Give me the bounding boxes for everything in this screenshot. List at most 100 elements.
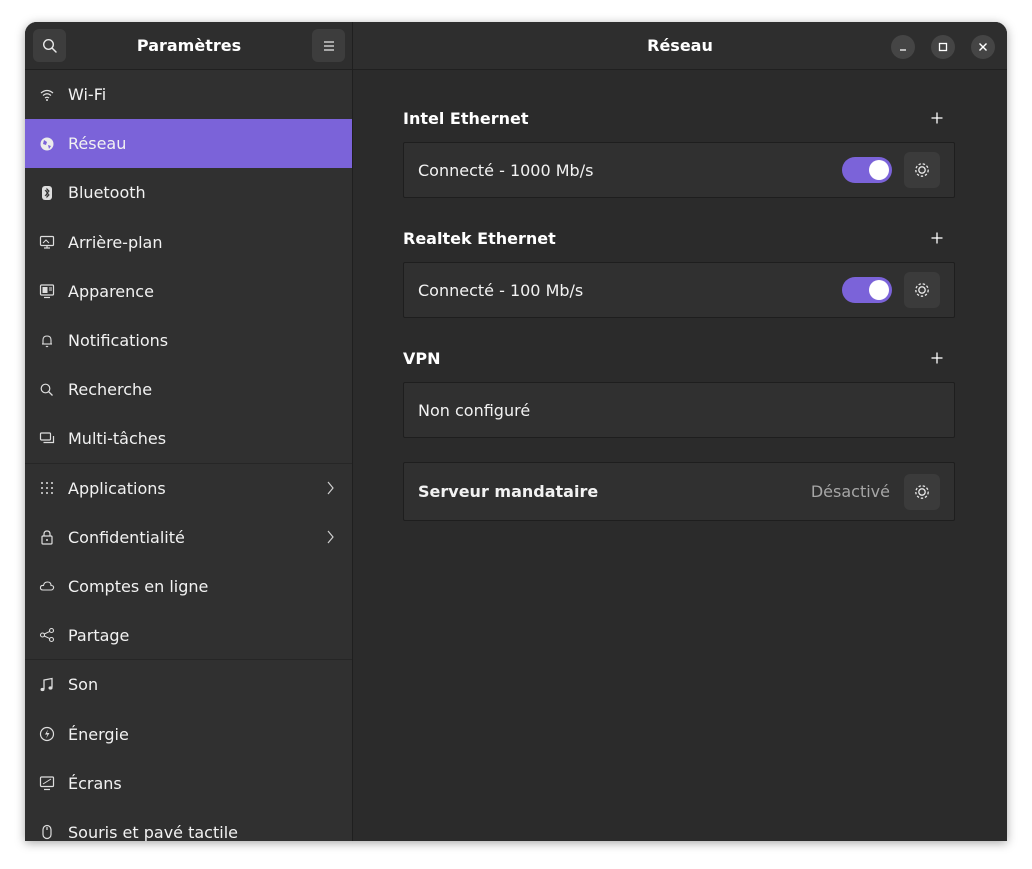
sidebar: Paramètres Wi-Fi Réseau Bluetooth Arrièr…: [25, 22, 353, 841]
sidebar-item-sound[interactable]: Son: [25, 660, 352, 709]
toggle-knob: [869, 280, 889, 300]
minimize-icon: [900, 49, 906, 51]
close-icon: [979, 43, 987, 51]
sidebar-item-label: Confidentialité: [68, 527, 185, 547]
realtek-ethernet-row: Connecté - 100 Mb/s: [403, 262, 955, 318]
sidebar-item-privacy[interactable]: Confidentialité: [25, 513, 352, 562]
realtek-ethernet-header: Realtek Ethernet: [403, 226, 955, 250]
appearance-icon: [38, 282, 56, 300]
display-icon: [38, 774, 56, 792]
gear-icon: [915, 283, 929, 297]
gear-icon: [915, 484, 929, 499]
sidebar-item-sharing[interactable]: Partage: [25, 611, 352, 661]
page-title: Réseau: [647, 36, 713, 55]
network-content: Intel Ethernet Connecté - 1000 Mb/s Real…: [353, 70, 1007, 841]
sidebar-item-label: Notifications: [68, 331, 169, 351]
proxy-settings-button[interactable]: [904, 473, 940, 510]
sidebar-item-label: Multi-tâches: [68, 428, 167, 448]
sidebar-item-online-accounts[interactable]: Comptes en ligne: [25, 562, 352, 611]
vpn-status: Non configuré: [418, 400, 531, 420]
multitasking-icon: [38, 429, 56, 447]
sidebar-item-appearance[interactable]: Apparence: [25, 267, 352, 316]
main-panel: Réseau Intel Ethernet Connecté - 1000 Mb…: [353, 22, 1007, 841]
proxy-status: Désactivé: [810, 482, 890, 501]
background-icon: [38, 233, 56, 251]
add-connection-button[interactable]: [927, 108, 947, 128]
maximize-button[interactable]: [931, 35, 955, 59]
search-button[interactable]: [33, 29, 66, 62]
gear-icon: [915, 163, 929, 177]
share-icon: [38, 626, 56, 644]
proxy-row[interactable]: Serveur mandataire Désactivé: [403, 462, 955, 521]
sidebar-item-wifi[interactable]: Wi-Fi: [25, 70, 352, 119]
sidebar-item-notifications[interactable]: Notifications: [25, 316, 352, 365]
realtek-ethernet-toggle[interactable]: [842, 277, 892, 303]
power-icon: [38, 725, 56, 743]
network-globe-icon: [38, 135, 56, 153]
intel-ethernet-toggle[interactable]: [842, 157, 892, 183]
sidebar-item-mouse-touchpad[interactable]: Souris et pavé tactile: [25, 808, 352, 841]
connection-status: Connecté - 1000 Mb/s: [418, 160, 594, 180]
vpn-row: Non configuré: [403, 382, 955, 438]
vpn-header: VPN: [403, 346, 955, 370]
apps-grid-icon: [38, 479, 56, 497]
connection-status: Connecté - 100 Mb/s: [418, 280, 584, 300]
sidebar-item-label: Applications: [68, 478, 166, 498]
sidebar-item-label: Son: [68, 675, 99, 695]
toggle-knob: [869, 160, 889, 180]
bluetooth-icon: [38, 184, 56, 202]
realtek-ethernet-settings-button[interactable]: [904, 272, 940, 308]
sidebar-item-displays[interactable]: Écrans: [25, 759, 352, 808]
sidebar-item-background[interactable]: Arrière-plan: [25, 218, 352, 267]
intel-ethernet-settings-button[interactable]: [904, 152, 940, 188]
wifi-icon: [38, 86, 56, 104]
sidebar-item-label: Recherche: [68, 380, 153, 400]
add-connection-button[interactable]: [927, 228, 947, 248]
hamburger-menu-icon: [323, 40, 334, 51]
search-icon: [38, 381, 56, 399]
music-note-icon: [38, 676, 56, 694]
sidebar-item-label: Apparence: [68, 281, 154, 301]
sidebar-item-label: Réseau: [68, 134, 127, 154]
maximize-icon: [938, 42, 948, 52]
sidebar-list: Wi-Fi Réseau Bluetooth Arrière-plan Appa…: [25, 70, 352, 841]
sidebar-item-label: Écrans: [68, 773, 122, 793]
cloud-icon: [38, 577, 56, 595]
sidebar-item-label: Arrière-plan: [68, 232, 163, 252]
chevron-right-icon: [327, 530, 334, 544]
sidebar-item-applications[interactable]: Applications: [25, 464, 352, 513]
plus-icon: [931, 352, 943, 364]
sidebar-item-bluetooth[interactable]: Bluetooth: [25, 168, 352, 217]
sidebar-item-label: Wi-Fi: [68, 85, 107, 105]
search-icon: [42, 38, 57, 53]
chevron-right-icon: [327, 481, 334, 495]
mouse-icon: [38, 823, 56, 841]
sidebar-item-label: Comptes en ligne: [68, 576, 209, 596]
sidebar-item-multitasking[interactable]: Multi-tâches: [25, 414, 352, 464]
sidebar-item-search[interactable]: Recherche: [25, 365, 352, 414]
sidebar-item-label: Énergie: [68, 724, 129, 744]
group-title: Intel Ethernet: [403, 108, 529, 128]
add-vpn-button[interactable]: [927, 348, 947, 368]
settings-window: Paramètres Wi-Fi Réseau Bluetooth Arrièr…: [25, 22, 1007, 841]
bell-icon: [38, 332, 56, 350]
sidebar-item-label: Partage: [68, 625, 130, 645]
main-menu-button[interactable]: [312, 29, 345, 62]
close-button[interactable]: [971, 35, 995, 59]
group-title: VPN: [403, 348, 441, 368]
main-header: Réseau: [353, 22, 1007, 70]
group-title: Realtek Ethernet: [403, 228, 556, 248]
sidebar-title: Paramètres: [136, 36, 242, 55]
sidebar-item-network[interactable]: Réseau: [25, 119, 352, 169]
intel-ethernet-row: Connecté - 1000 Mb/s: [403, 142, 955, 198]
sidebar-item-label: Souris et pavé tactile: [68, 822, 238, 841]
lock-icon: [38, 528, 56, 546]
sidebar-header: Paramètres: [25, 22, 352, 70]
sidebar-item-label: Bluetooth: [68, 183, 146, 203]
intel-ethernet-header: Intel Ethernet: [403, 106, 955, 130]
plus-icon: [931, 232, 943, 244]
plus-icon: [931, 112, 943, 124]
proxy-label: Serveur mandataire: [418, 482, 599, 501]
sidebar-item-power[interactable]: Énergie: [25, 709, 352, 758]
minimize-button[interactable]: [891, 35, 915, 59]
